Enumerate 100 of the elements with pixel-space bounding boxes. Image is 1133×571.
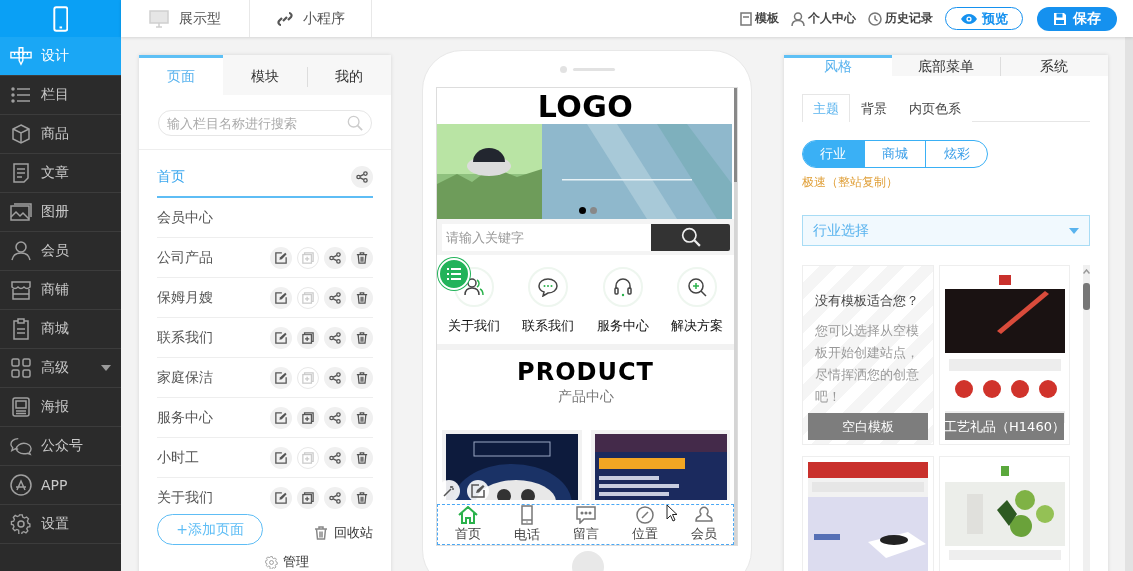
edit-icon: [275, 331, 287, 344]
page-item[interactable]: 公司产品: [157, 248, 265, 267]
panel-tab[interactable]: 模块: [223, 55, 307, 95]
message-icon: [575, 506, 596, 524]
share-icon: [329, 491, 341, 504]
edit-icon: [275, 411, 287, 424]
template-description: 您可以选择从空模板开始创建站点，尽情挥洒您的创意吧！: [815, 322, 920, 406]
scrollbar[interactable]: [1125, 37, 1133, 571]
page-item[interactable]: 小时工: [157, 448, 265, 467]
copy-button[interactable]: [297, 486, 319, 509]
carousel-dot[interactable]: [579, 207, 586, 214]
share-icon: [329, 251, 341, 264]
tab-bar-item[interactable]: 位置: [619, 505, 670, 544]
poster-icon: [10, 397, 32, 417]
tab-bar-item[interactable]: 留言: [560, 505, 611, 544]
delete-icon: [356, 251, 368, 264]
page-item[interactable]: 关于我们: [157, 488, 265, 507]
scrollbar[interactable]: [734, 88, 737, 545]
share-icon: [329, 331, 341, 344]
edit-button[interactable]: [270, 366, 292, 389]
caret-up-icon: [1083, 269, 1090, 274]
share-button[interactable]: [351, 166, 373, 188]
phone-icon: [52, 5, 69, 32]
edit-button[interactable]: [270, 406, 292, 429]
section-title: PRODUCT: [516, 358, 655, 386]
page-item[interactable]: 会员中心: [157, 208, 373, 227]
page-item[interactable]: 服务中心: [157, 408, 265, 427]
search-button[interactable]: [651, 223, 730, 251]
copy-button[interactable]: [297, 406, 319, 429]
delete-button[interactable]: [351, 246, 373, 269]
panel-tab[interactable]: 底部菜单: [892, 55, 1000, 76]
share-button[interactable]: [324, 486, 346, 509]
template-caption: 空白模板: [808, 413, 928, 440]
share-button[interactable]: [324, 446, 346, 469]
nav-label[interactable]: 联系我们: [522, 317, 575, 335]
delete-button[interactable]: [351, 366, 373, 389]
edit-icon: [275, 371, 287, 384]
share-button[interactable]: [324, 326, 346, 349]
delete-button[interactable]: [351, 486, 373, 509]
toolbar-link[interactable]: 历史记录: [868, 10, 933, 27]
delete-icon: [356, 451, 368, 464]
share-button[interactable]: [324, 246, 346, 269]
app-store-icon: [10, 474, 32, 496]
search-field[interactable]: 请输入关键字: [442, 223, 651, 251]
logo: LOGO: [536, 88, 635, 124]
scrollbar-thumb[interactable]: [1083, 283, 1090, 310]
sidebar-item[interactable]: 图册: [0, 193, 121, 232]
nav-label[interactable]: 解决方案: [670, 317, 723, 335]
share-button[interactable]: [324, 406, 346, 429]
share-icon: [329, 451, 341, 464]
nav-label[interactable]: 服务中心: [596, 317, 649, 335]
monitor-icon: [149, 9, 169, 28]
section-subtitle: 产品中心: [556, 388, 615, 406]
recycle-bin-link[interactable]: 回收站: [334, 523, 373, 542]
nav-icon-circle[interactable]: [528, 267, 569, 307]
page-item[interactable]: 保姆月嫂: [157, 288, 265, 307]
manage-link[interactable]: 管理: [283, 553, 309, 571]
share-button[interactable]: [324, 366, 346, 389]
carousel-dot[interactable]: [590, 207, 597, 214]
edit-button[interactable]: [270, 326, 292, 349]
scrollbar-thumb[interactable]: [734, 88, 737, 182]
edit-button[interactable]: [270, 486, 292, 509]
edit-icon: [275, 491, 287, 504]
delete-button[interactable]: [351, 446, 373, 469]
chat-icon: [538, 277, 559, 297]
delete-button[interactable]: [351, 286, 373, 309]
toolbar-link[interactable]: 模板: [740, 10, 779, 27]
mode-tab[interactable]: 小程序: [250, 0, 372, 37]
tab-bar-item[interactable]: 电话: [501, 505, 552, 544]
tab-bar-item[interactable]: 会员: [678, 505, 729, 544]
list-icon: [10, 86, 32, 104]
delete-button[interactable]: [351, 326, 373, 349]
share-button[interactable]: [324, 286, 346, 309]
edit-button[interactable]: [270, 446, 292, 469]
delete-button[interactable]: [351, 406, 373, 429]
template-card[interactable]: 工艺礼品（H1460）: [939, 265, 1070, 445]
share-icon: [356, 171, 368, 183]
search-field[interactable]: 输入栏目名称进行搜索: [158, 110, 372, 136]
delete-icon: [356, 371, 368, 384]
template-caption: 工艺礼品（H1460）: [945, 413, 1064, 440]
tab-bar-item[interactable]: 首页: [442, 505, 493, 544]
nav-icon-circle[interactable]: [602, 267, 643, 307]
template-icon: [740, 11, 752, 26]
template-card[interactable]: 没有模板适合您？ 您可以选择从空模板开始创建站点，尽情挥洒您的创意吧！ 空白模板: [802, 265, 934, 445]
copy-button[interactable]: [297, 326, 319, 349]
nav-label[interactable]: 关于我们: [448, 317, 501, 335]
floating-menu[interactable]: [438, 258, 470, 290]
nav-icon-circle[interactable]: [676, 267, 717, 307]
page-item[interactable]: 联系我们: [157, 328, 265, 347]
mode-tab[interactable]: 展示型: [121, 0, 250, 37]
share-icon: [329, 291, 341, 304]
scrollbar[interactable]: [1083, 265, 1090, 571]
edit-button[interactable]: [270, 246, 292, 269]
zoom-in-icon: [686, 277, 707, 297]
clipboard-icon: [10, 318, 32, 340]
copy-icon: [302, 451, 314, 464]
toolbar-link[interactable]: 个人中心: [791, 10, 856, 27]
page-item[interactable]: 家庭保洁: [157, 368, 265, 387]
copy-icon: [302, 291, 314, 304]
edit-button[interactable]: [270, 286, 292, 309]
